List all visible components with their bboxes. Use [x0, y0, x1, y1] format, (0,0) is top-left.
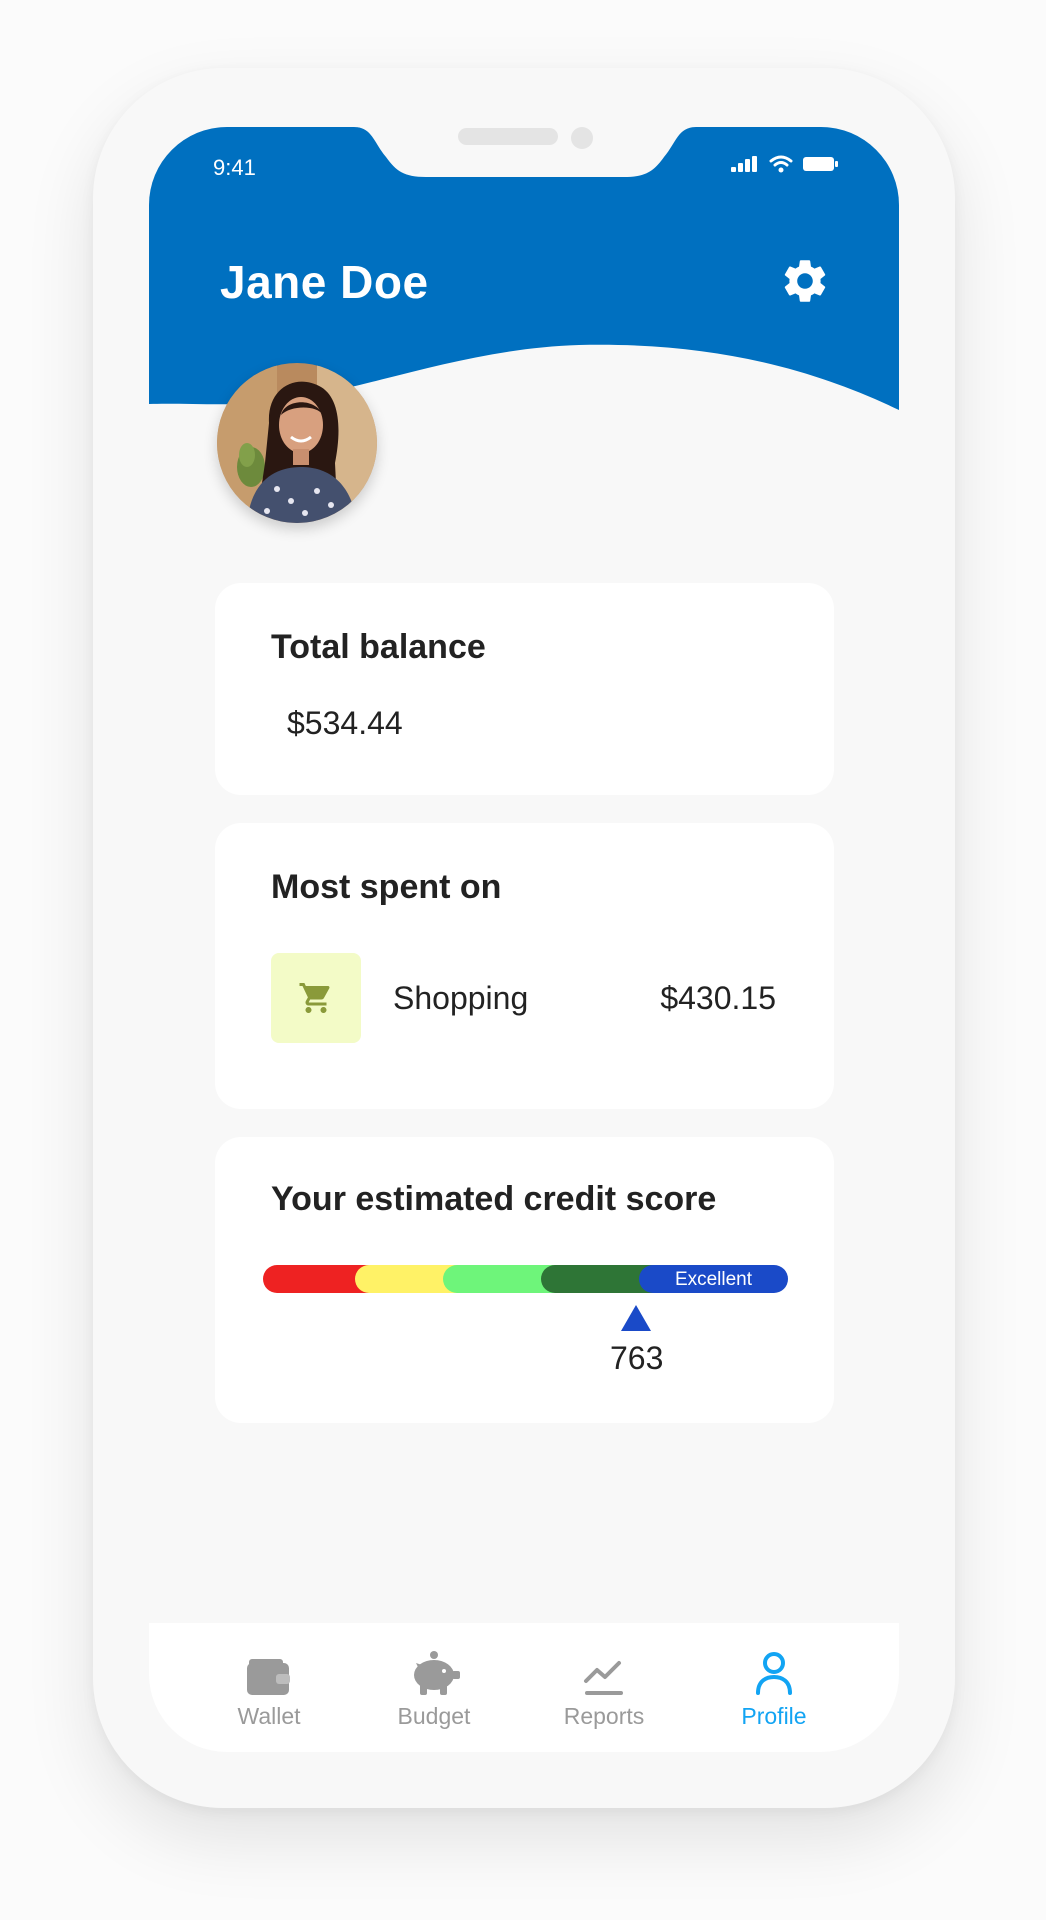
credit-score-card[interactable]: Your estimated credit score Excellent 76…	[215, 1137, 834, 1423]
battery-icon	[803, 157, 838, 171]
card-title: Your estimated credit score	[271, 1180, 717, 1218]
status-time: 9:41	[213, 155, 256, 180]
score-pointer-icon	[621, 1305, 651, 1331]
app-screen: 9:41 Jane Doe Total balance $534.44 Most…	[149, 127, 899, 1752]
user-icon	[756, 1652, 792, 1695]
credit-score-gauge: Excellent	[263, 1265, 788, 1293]
signal-icon	[731, 156, 757, 172]
chart-line-icon	[584, 1661, 623, 1695]
credit-rating-label: Excellent	[674, 1269, 753, 1290]
credit-score-value: 763	[610, 1340, 664, 1376]
tab-bar: Wallet Budget Reports Profile	[149, 1623, 899, 1752]
tab-reports[interactable]: Reports	[539, 1643, 669, 1730]
gear-icon[interactable]	[779, 255, 831, 307]
card-title: Most spent on	[271, 868, 502, 906]
category-label: Shopping	[393, 980, 529, 1016]
tab-label: Reports	[563, 1703, 645, 1729]
avatar[interactable]	[217, 363, 377, 523]
tab-label: Profile	[741, 1703, 807, 1729]
category-icon-tile	[271, 953, 361, 1043]
piggy-bank-icon	[414, 1651, 460, 1695]
notch-speaker	[458, 128, 558, 145]
total-balance-card: Total balance $534.44	[215, 583, 834, 795]
tab-wallet[interactable]: Wallet	[204, 1643, 334, 1730]
most-spent-card[interactable]: Most spent on Shopping $430.15	[215, 823, 834, 1109]
wifi-icon	[769, 155, 793, 173]
status-icons	[731, 155, 839, 173]
tab-profile[interactable]: Profile	[709, 1643, 839, 1730]
category-amount: $430.15	[660, 980, 776, 1016]
wallet-icon	[247, 1659, 290, 1695]
cart-icon	[299, 983, 330, 1013]
tab-budget[interactable]: Budget	[369, 1643, 499, 1730]
balance-value: $534.44	[287, 705, 403, 741]
tab-label: Budget	[397, 1703, 471, 1729]
notch-camera	[571, 127, 593, 149]
gauge-segment-excellent: Excellent	[639, 1265, 788, 1293]
card-title: Total balance	[271, 628, 486, 666]
user-name: Jane Doe	[220, 256, 429, 308]
avatar-image	[217, 363, 377, 523]
tab-label: Wallet	[237, 1703, 301, 1729]
